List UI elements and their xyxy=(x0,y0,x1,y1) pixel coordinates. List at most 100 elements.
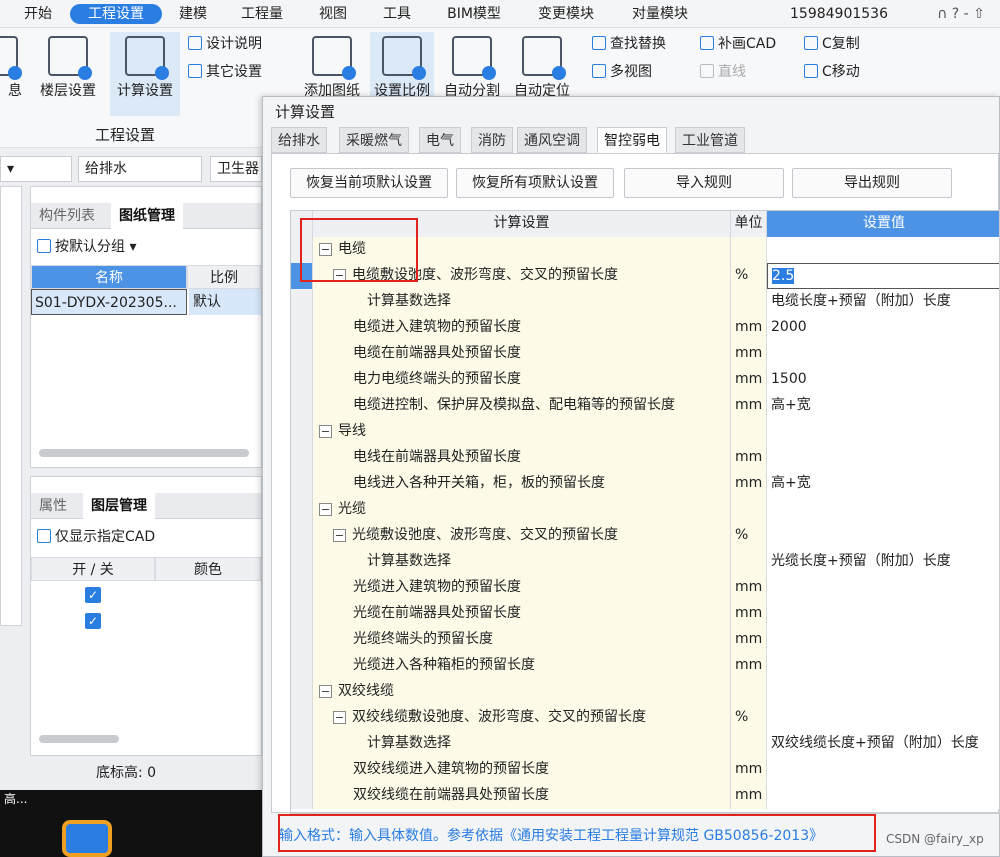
design-notes-button[interactable]: 设计说明 xyxy=(188,34,262,54)
menu-modeling[interactable]: 建模 xyxy=(168,4,218,24)
c-move-button[interactable]: C移动 xyxy=(804,62,860,82)
setting-value[interactable]: 1500 xyxy=(767,367,999,393)
collapse-toggle-icon[interactable]: − xyxy=(319,685,332,698)
table-row[interactable]: 计算基数选择 双绞线缆长度+预留（附加）长度 xyxy=(291,731,999,757)
tab-component-list[interactable]: 构件列表 xyxy=(31,203,103,229)
table-row[interactable]: 计算基数选择 光缆长度+预留（附加）长度 xyxy=(291,549,999,575)
setting-value[interactable] xyxy=(767,575,999,601)
layer-checkbox[interactable]: ✓ xyxy=(85,613,101,629)
tab-electrical[interactable]: 电气 xyxy=(419,127,461,153)
app-icon[interactable] xyxy=(62,820,112,857)
other-settings-button[interactable]: 其它设置 xyxy=(188,62,262,82)
c-copy-button[interactable]: C复制 xyxy=(804,34,860,54)
setting-value[interactable] xyxy=(767,783,999,809)
setting-value[interactable]: 高+宽 xyxy=(767,393,999,419)
setting-value[interactable]: 电缆长度+预留（附加）长度 xyxy=(767,289,999,315)
setting-value[interactable] xyxy=(767,601,999,627)
setting-value[interactable]: 双绞线缆长度+预留（附加）长度 xyxy=(767,731,999,757)
setting-name: 电线进入各种开关箱，柜，板的预留长度 xyxy=(313,471,731,497)
export-rules-button[interactable]: 导出规则 xyxy=(792,168,952,198)
layer-checkbox[interactable]: ✓ xyxy=(85,587,101,603)
table-row[interactable]: 电力电缆终端头的预留长度 mm 1500 xyxy=(291,367,999,393)
add-drawing-icon xyxy=(312,36,356,80)
collapse-toggle-icon[interactable]: − xyxy=(319,425,332,438)
setting-value[interactable] xyxy=(767,627,999,653)
menu-project-settings[interactable]: 工程设置 xyxy=(70,4,162,24)
table-row[interactable]: − 双绞线缆敷设弛度、波形弯度、交叉的预留长度% xyxy=(291,705,999,731)
setting-value[interactable] xyxy=(767,419,999,445)
table-row[interactable]: 双绞线缆进入建筑物的预留长度 mm xyxy=(291,757,999,783)
calc-settings-button[interactable]: 计算设置 xyxy=(110,32,180,116)
setting-value[interactable] xyxy=(767,237,999,263)
setting-value[interactable] xyxy=(767,523,999,549)
drawing-row-scale[interactable]: 默认 xyxy=(189,289,261,315)
setting-value[interactable]: 光缆长度+预留（附加）长度 xyxy=(767,549,999,575)
tab-water[interactable]: 给排水 xyxy=(271,127,327,153)
table-row[interactable]: − 双绞线缆 xyxy=(291,679,999,705)
type-dropdown[interactable]: 卫生器 xyxy=(210,156,262,182)
category-dropdown[interactable]: ▾ xyxy=(0,156,72,182)
collapse-toggle-icon[interactable]: − xyxy=(319,503,332,516)
group-by-default[interactable]: 按默认分组 ▾ xyxy=(37,237,136,257)
line-button[interactable]: 直线 xyxy=(700,62,746,82)
setting-value[interactable]: 高+宽 xyxy=(767,471,999,497)
collapse-toggle-icon[interactable]: − xyxy=(333,711,346,724)
tab-drawing-management[interactable]: 图纸管理 xyxy=(111,203,183,229)
setting-value[interactable] xyxy=(767,497,999,523)
table-row[interactable]: 光缆终端头的预留长度 mm xyxy=(291,627,999,653)
menu-view[interactable]: 视图 xyxy=(308,4,358,24)
h-scrollbar[interactable] xyxy=(39,449,249,457)
info-button[interactable]: 息 xyxy=(0,32,30,116)
setting-value[interactable] xyxy=(767,679,999,705)
menu-compare[interactable]: 对量模块 xyxy=(620,4,700,24)
menu-change[interactable]: 变更模块 xyxy=(526,4,606,24)
restore-all-button[interactable]: 恢复所有项默认设置 xyxy=(456,168,614,198)
tab-properties[interactable]: 属性 xyxy=(31,493,75,519)
floor-settings-button[interactable]: 楼层设置 xyxy=(36,32,100,116)
table-row[interactable]: 电缆进入建筑物的预留长度 mm 2000 xyxy=(291,315,999,341)
setting-value[interactable]: 2.5 xyxy=(767,263,999,289)
collapse-toggle-icon[interactable]: − xyxy=(333,529,346,542)
import-rules-button[interactable]: 导入规则 xyxy=(624,168,784,198)
table-row[interactable]: 光缆进入建筑物的预留长度 mm xyxy=(291,575,999,601)
h-scrollbar[interactable] xyxy=(39,735,119,743)
table-row[interactable]: 电线进入各种开关箱，柜，板的预留长度 mm 高+宽 xyxy=(291,471,999,497)
discipline-dropdown[interactable]: 给排水 xyxy=(78,156,202,182)
table-row[interactable]: − 光缆敷设弛度、波形弯度、交叉的预留长度% xyxy=(291,523,999,549)
menu-tools[interactable]: 工具 xyxy=(372,4,422,24)
table-row[interactable]: − 光缆 xyxy=(291,497,999,523)
tab-heating[interactable]: 采暖燃气 xyxy=(339,127,409,153)
setting-value[interactable] xyxy=(767,653,999,679)
multi-view-button[interactable]: 多视图 xyxy=(592,62,652,82)
menu-bim[interactable]: BIM模型 xyxy=(436,4,512,24)
table-row[interactable]: 光缆在前端器具处预留长度 mm xyxy=(291,601,999,627)
restore-current-button[interactable]: 恢复当前项默认设置 xyxy=(290,168,448,198)
other-settings-icon xyxy=(188,64,202,78)
tab-industrial[interactable]: 工业管道 xyxy=(675,127,745,153)
setting-value[interactable] xyxy=(767,341,999,367)
table-row[interactable]: 双绞线缆在前端器具处预留长度 mm xyxy=(291,783,999,809)
setting-name: 光缆进入各种箱柜的预留长度 xyxy=(313,653,731,679)
menu-quantity[interactable]: 工程量 xyxy=(232,4,292,24)
setting-value[interactable] xyxy=(767,445,999,471)
setting-unit: % xyxy=(731,523,767,549)
table-row[interactable]: 计算基数选择 电缆长度+预留（附加）长度 xyxy=(291,289,999,315)
redraw-cad-button[interactable]: 补画CAD xyxy=(700,34,776,54)
menu-start[interactable]: 开始 xyxy=(10,4,66,24)
table-row[interactable]: 电缆在前端器具处预留长度 mm xyxy=(291,341,999,367)
tab-hvac[interactable]: 通风空调 xyxy=(517,127,587,153)
find-replace-button[interactable]: 查找替换 xyxy=(592,34,666,54)
table-row[interactable]: 光缆进入各种箱柜的预留长度 mm xyxy=(291,653,999,679)
table-row[interactable]: 电线在前端器具处预留长度 mm xyxy=(291,445,999,471)
setting-value[interactable] xyxy=(767,757,999,783)
table-row[interactable]: 电缆进控制、保护屏及模拟盘、配电箱等的预留长度 mm 高+宽 xyxy=(291,393,999,419)
tab-layer-management[interactable]: 图层管理 xyxy=(83,493,155,519)
show-specified-cad[interactable]: 仅显示指定CAD xyxy=(37,527,155,547)
header-icons[interactable]: ∩ ? - ⇧ xyxy=(922,4,1000,24)
setting-value[interactable]: 2000 xyxy=(767,315,999,341)
setting-value[interactable] xyxy=(767,705,999,731)
drawing-row-name[interactable]: S01-DYDX-202305... xyxy=(31,289,187,315)
tab-fire[interactable]: 消防 xyxy=(471,127,513,153)
table-row[interactable]: − 导线 xyxy=(291,419,999,445)
tab-weak-current[interactable]: 智控弱电 xyxy=(597,127,667,153)
